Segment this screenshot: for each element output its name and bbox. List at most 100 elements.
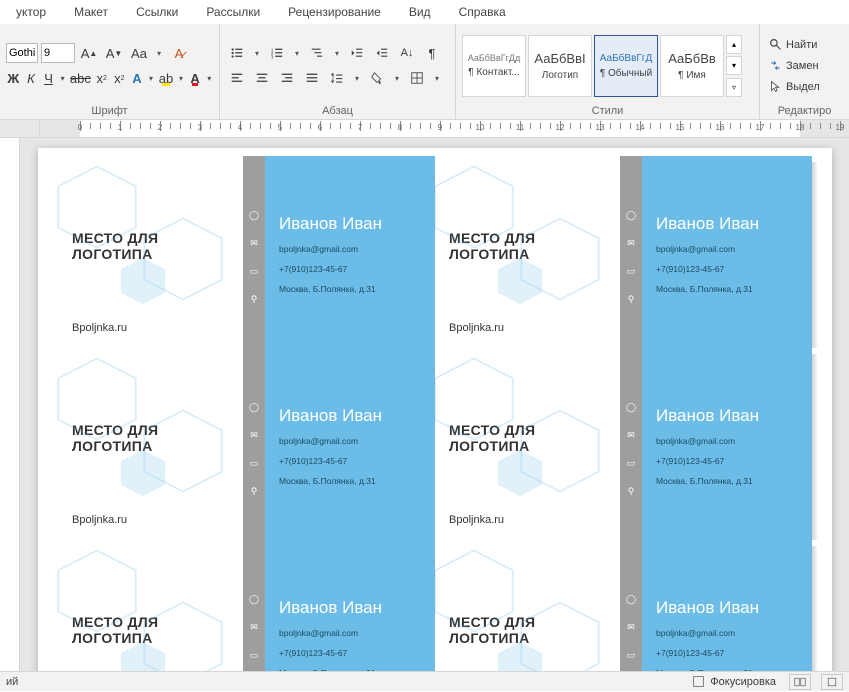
dropdown-icon[interactable]: ▾: [331, 49, 343, 58]
multilevel-button[interactable]: [306, 42, 328, 64]
focus-mode-button[interactable]: Фокусировка: [689, 672, 779, 692]
contact-email: bpoljnka@gmail.com: [279, 436, 425, 446]
tab-references[interactable]: Ссылки: [122, 1, 192, 23]
card-front: МЕСТО ДЛЯ ЛОГОТИПАBpoljnka.ru: [435, 540, 620, 671]
chevron-up-icon[interactable]: ▴: [726, 35, 742, 54]
business-card[interactable]: МЕСТО ДЛЯ ЛОГОТИПАBpoljnka.ru◯✉▭⚲Иванов …: [435, 156, 812, 348]
grow-font-button[interactable]: A▲: [78, 42, 100, 64]
align-center-button[interactable]: [251, 67, 273, 89]
more-icon[interactable]: ▿: [726, 78, 742, 97]
justify-button[interactable]: [301, 67, 323, 89]
show-marks-button[interactable]: ¶: [421, 42, 443, 64]
business-card[interactable]: МЕСТО ДЛЯ ЛОГОТИПАBpoljnka.ru◯✉▭⚲Иванов …: [435, 540, 812, 671]
style-tile-name[interactable]: АаБбВв ¶ Имя: [660, 35, 724, 97]
view-read-button[interactable]: [789, 674, 811, 690]
replace-button[interactable]: Замен: [766, 56, 843, 76]
hexagon-icon: [118, 640, 168, 671]
shading-button[interactable]: [366, 67, 388, 89]
indent-dec-button[interactable]: [346, 42, 368, 64]
hexagon-icon: [495, 256, 545, 306]
business-card[interactable]: МЕСТО ДЛЯ ЛОГОТИПАBpoljnka.ru◯✉▭⚲Иванов …: [58, 156, 435, 348]
bullets-button[interactable]: [226, 42, 248, 64]
phone-icon: ▭: [249, 458, 259, 468]
bold-button[interactable]: Ж: [6, 67, 21, 89]
group-label-paragraph: Абзац: [226, 103, 449, 117]
dropdown-icon[interactable]: ▾: [153, 49, 165, 58]
horizontal-ruler[interactable]: 012345678910111213141516171819: [0, 120, 849, 138]
contact-email: bpoljnka@gmail.com: [279, 244, 425, 254]
dropdown-icon[interactable]: ▾: [251, 49, 263, 58]
line-spacing-button[interactable]: [326, 67, 348, 89]
business-card[interactable]: МЕСТО ДЛЯ ЛОГОТИПАBpoljnka.ru◯✉▭⚲Иванов …: [58, 540, 435, 671]
strike-button[interactable]: abc: [69, 67, 91, 89]
icon-strip: ◯✉▭⚲: [243, 156, 265, 348]
contact-address: Москва, Б.Полянка, д.31: [279, 476, 425, 486]
phone-icon: ▭: [249, 650, 259, 660]
dropdown-icon[interactable]: ▾: [431, 74, 443, 83]
clear-format-button[interactable]: A̷: [168, 42, 190, 64]
contact-email: bpoljnka@gmail.com: [656, 628, 802, 638]
dropdown-icon[interactable]: ▾: [205, 74, 213, 83]
style-gallery-scroll[interactable]: ▴ ▾ ▿: [726, 35, 742, 97]
contact-phone: +7(910)123-45-67: [656, 456, 802, 466]
contact-phone: +7(910)123-45-67: [279, 264, 425, 274]
tab-constructor[interactable]: уктор: [2, 1, 60, 23]
group-label-editing: Редактиро: [766, 103, 843, 117]
font-color-button[interactable]: A: [188, 67, 203, 89]
style-name: ¶ Обычный: [600, 68, 652, 79]
dropdown-icon[interactable]: ▾: [177, 74, 185, 83]
sort-button[interactable]: A↓: [396, 42, 418, 64]
subscript-button[interactable]: x2: [94, 67, 109, 89]
find-button[interactable]: Найти: [766, 35, 843, 55]
group-paragraph: ▾ 123 ▾ ▾ A↓ ¶ ▾ ▾ ▾: [220, 24, 456, 119]
hexagon-icon: [429, 546, 519, 636]
font-name-input[interactable]: [6, 43, 38, 63]
hexagon-icon: [429, 354, 519, 444]
font-size-input[interactable]: [41, 43, 75, 63]
mail-icon: ✉: [626, 622, 636, 632]
tab-mailings[interactable]: Рассылки: [192, 1, 274, 23]
select-button[interactable]: Выдел: [766, 77, 843, 97]
borders-button[interactable]: [406, 67, 428, 89]
business-card[interactable]: МЕСТО ДЛЯ ЛОГОТИПАBpoljnka.ru◯✉▭⚲Иванов …: [435, 348, 812, 540]
phone-icon: ▭: [626, 266, 636, 276]
tab-view[interactable]: Вид: [395, 1, 445, 23]
business-card[interactable]: МЕСТО ДЛЯ ЛОГОТИПАBpoljnka.ru◯✉▭⚲Иванов …: [58, 348, 435, 540]
tab-help[interactable]: Справка: [445, 1, 520, 23]
card-back: Иванов Иванbpoljnka@gmail.com+7(910)123-…: [265, 156, 435, 348]
italic-button[interactable]: К: [24, 67, 39, 89]
dropdown-icon[interactable]: ▾: [147, 74, 155, 83]
superscript-button[interactable]: x2: [112, 67, 127, 89]
contact-phone: +7(910)123-45-67: [279, 456, 425, 466]
page[interactable]: МЕСТО ДЛЯ ЛОГОТИПАBpoljnka.ru◯✉▭⚲Иванов …: [38, 148, 832, 671]
tab-review[interactable]: Рецензирование: [274, 1, 395, 23]
align-right-button[interactable]: [276, 67, 298, 89]
numbering-button[interactable]: 123: [266, 42, 288, 64]
focus-icon: [692, 675, 705, 688]
text-effects-button[interactable]: A: [130, 67, 145, 89]
view-print-button[interactable]: [821, 674, 843, 690]
dropdown-icon[interactable]: ▾: [391, 74, 403, 83]
change-case-button[interactable]: Aa: [128, 42, 150, 64]
style-tile-normal[interactable]: АаБбВвГгД ¶ Обычный: [594, 35, 658, 97]
highlight-button[interactable]: ab: [158, 67, 174, 89]
underline-button[interactable]: Ч: [41, 67, 56, 89]
chevron-down-icon[interactable]: ▾: [726, 56, 742, 75]
card-front: МЕСТО ДЛЯ ЛОГОТИПАBpoljnka.ru: [58, 156, 243, 348]
tab-layout[interactable]: Макет: [60, 1, 122, 23]
dropdown-icon[interactable]: ▾: [351, 74, 363, 83]
mail-icon: ✉: [626, 430, 636, 440]
website-text: Bpoljnka.ru: [72, 514, 233, 526]
style-tile-logo[interactable]: АаБбВвІ Логотип: [528, 35, 592, 97]
vertical-ruler[interactable]: [0, 138, 20, 671]
card-front: МЕСТО ДЛЯ ЛОГОТИПАBpoljnka.ru: [58, 348, 243, 540]
dropdown-icon[interactable]: ▾: [291, 49, 303, 58]
hexagon-icon: [495, 640, 545, 671]
person-icon: ◯: [626, 594, 636, 604]
style-tile-contact[interactable]: АаБбВвГгДд ¶ Контакт...: [462, 35, 526, 97]
dropdown-icon[interactable]: ▾: [59, 74, 67, 83]
align-left-button[interactable]: [226, 67, 248, 89]
shrink-font-button[interactable]: A▼: [103, 42, 125, 64]
indent-inc-button[interactable]: [371, 42, 393, 64]
group-font: A▲ A▼ Aa ▾ A̷ Ж К Ч ▾ abc x2 x2 A ▾ ab ▾…: [0, 24, 220, 119]
